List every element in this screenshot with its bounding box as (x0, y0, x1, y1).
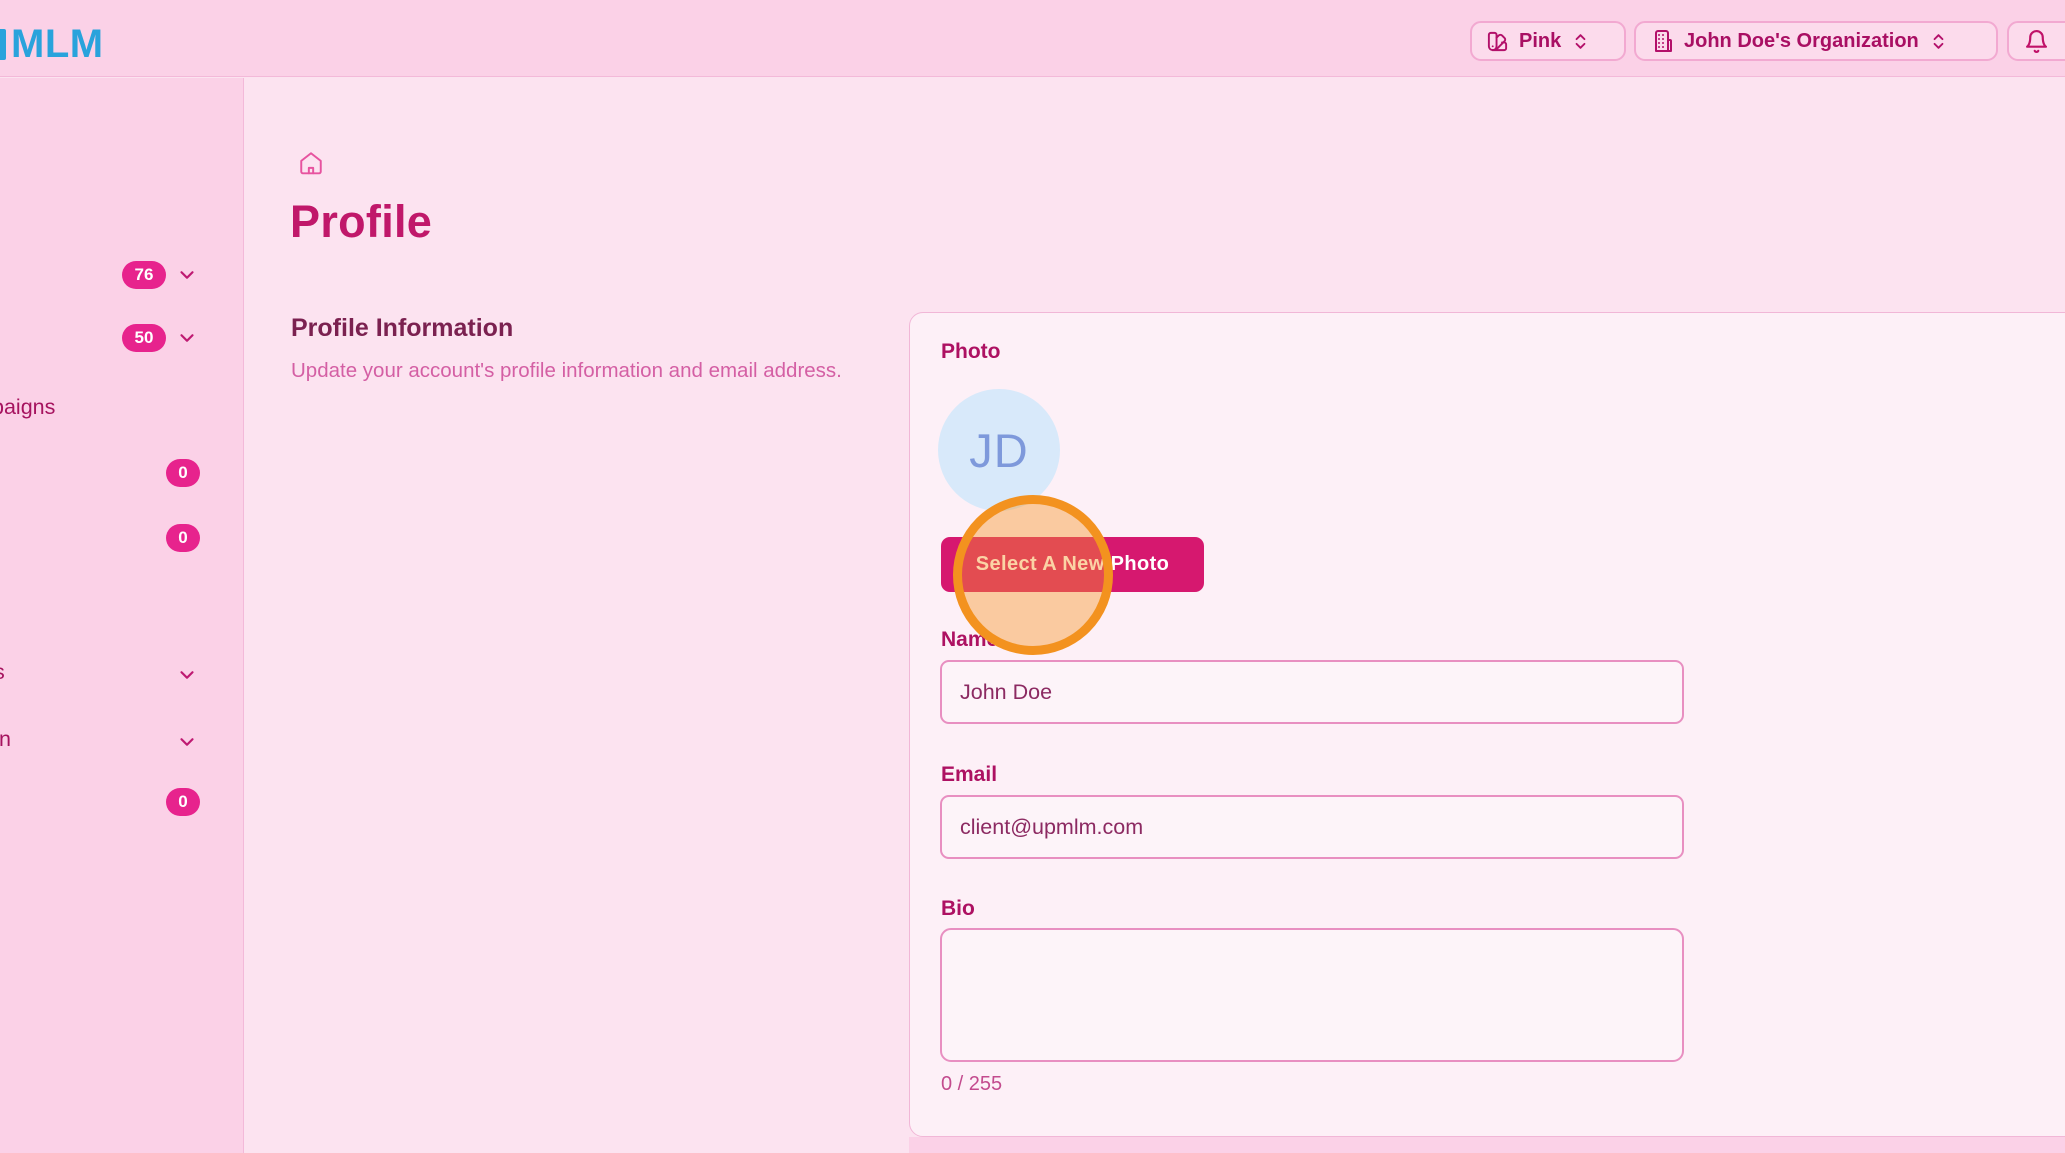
sidebar-item-label: n (0, 727, 11, 752)
count-badge: 76 (122, 261, 166, 289)
name-field[interactable] (940, 660, 1684, 724)
sidebar-item-7[interactable]: n (0, 725, 244, 759)
swatch-book-icon (1486, 30, 1509, 53)
organization-selector-label: John Doe's Organization (1684, 30, 1919, 53)
bell-icon (2024, 29, 2049, 54)
bio-field[interactable] (940, 928, 1684, 1062)
count-badge: 0 (166, 459, 200, 487)
bio-character-counter: 0 / 255 (941, 1073, 1002, 1096)
theme-selector[interactable]: Pink (1470, 21, 1626, 61)
section-title: Profile Information (291, 314, 513, 343)
sidebar-item-8[interactable]: 0 (0, 785, 244, 819)
notifications-button[interactable] (2007, 21, 2065, 61)
sidebar-item-campaigns[interactable]: paigns (0, 393, 244, 427)
name-label: Name (941, 628, 998, 652)
chevron-down-icon (176, 327, 198, 349)
sidebar-item-5[interactable]: 0 (0, 521, 244, 555)
count-badge: 0 (166, 788, 200, 816)
logo-text: MLM (11, 22, 104, 67)
select-new-photo-button[interactable]: Select A New Photo (941, 537, 1204, 592)
chevron-down-icon (176, 264, 198, 286)
logo-letter-fragment (0, 29, 6, 60)
sidebar-item-1[interactable]: 76 (0, 258, 244, 292)
sidebar-item-6[interactable]: s (0, 658, 244, 692)
count-badge: 0 (166, 524, 200, 552)
sidebar: 76 50 paigns 0 0 s n 0 (0, 78, 244, 1153)
chevron-down-icon (176, 664, 198, 686)
sidebar-item-label: s (0, 660, 5, 685)
sidebar-item-4[interactable]: 0 (0, 456, 244, 490)
avatar-initials: JD (969, 423, 1028, 478)
organization-selector[interactable]: John Doe's Organization (1634, 21, 1998, 61)
main-content: Profile Profile Information Update your … (244, 78, 2065, 1153)
next-section-strip (909, 1137, 2065, 1153)
avatar: JD (938, 389, 1060, 511)
sidebar-item-2[interactable]: 50 (0, 321, 244, 355)
chevrons-up-down-icon (1571, 32, 1590, 51)
sidebar-item-label: paigns (0, 395, 55, 420)
bio-label: Bio (941, 897, 975, 921)
chevrons-up-down-icon (1929, 32, 1948, 51)
app-root: MLM Pink John Doe's Organization (0, 0, 2065, 1153)
building-icon (1650, 29, 1674, 53)
photo-label: Photo (941, 340, 1000, 364)
top-header: MLM Pink John Doe's Organization (0, 0, 2065, 77)
count-badge: 50 (122, 324, 166, 352)
page-title: Profile (290, 196, 432, 248)
profile-form-card: Photo JD Select A New Photo Name Email B… (909, 312, 2065, 1137)
breadcrumb-home[interactable] (298, 150, 324, 176)
home-icon (298, 150, 324, 176)
section-description: Update your account's profile informatio… (291, 359, 842, 383)
chevron-down-icon (176, 731, 198, 753)
theme-selector-label: Pink (1519, 30, 1561, 53)
email-label: Email (941, 763, 997, 787)
email-field[interactable] (940, 795, 1684, 859)
